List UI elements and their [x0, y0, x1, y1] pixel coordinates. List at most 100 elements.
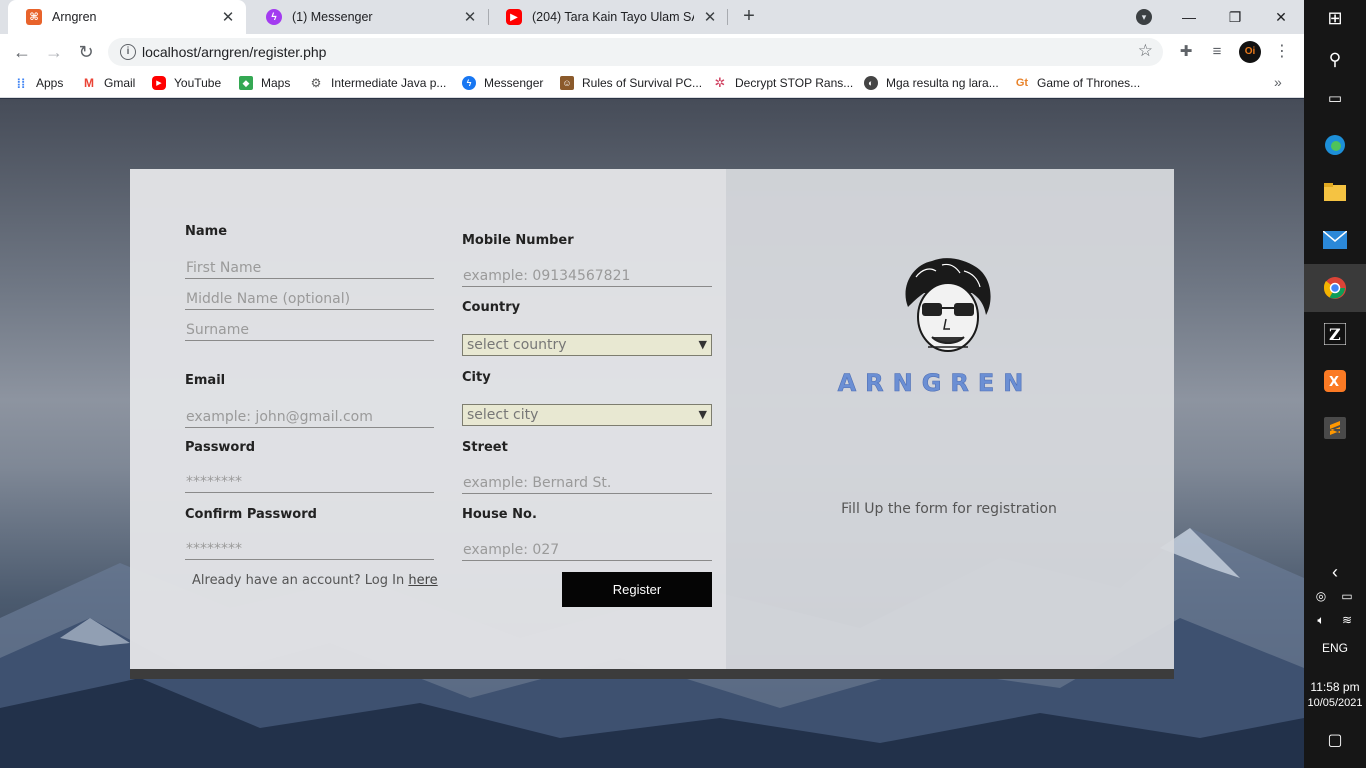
bookmark-rules-of-survival[interactable]: ☺ Rules of Survival PC...	[560, 76, 702, 90]
extensions-icon[interactable]: ✚	[1176, 42, 1196, 62]
login-prompt: Already have an account? Log In here	[192, 573, 438, 588]
volume-icon[interactable]: 🔈︎	[1310, 608, 1332, 632]
back-icon[interactable]: ←	[10, 40, 34, 64]
login-link[interactable]: here	[408, 573, 437, 588]
first-name-input[interactable]	[185, 257, 434, 279]
info-icon[interactable]: i	[120, 44, 136, 60]
window-close-icon[interactable]: ✕	[1258, 0, 1304, 34]
tab-strip: ⌘ Arngren ✕ ϟ (1) Messenger ✕ ▶ (204) Ta…	[0, 0, 1304, 34]
city-select-value: select city	[467, 407, 539, 423]
minimize-icon[interactable]: —	[1166, 0, 1212, 34]
bookmark-label: Maps	[261, 76, 291, 90]
tab-divider	[727, 9, 728, 25]
webcam-icon[interactable]: ◎	[1310, 584, 1332, 608]
edge-icon[interactable]	[1323, 133, 1347, 157]
address-bar[interactable]: i localhost/arngren/register.php ☆	[108, 38, 1163, 66]
cycle-icon: ⚙	[310, 76, 322, 90]
mobile-label: Mobile Number	[462, 233, 574, 248]
decrypt-icon: ✲	[714, 75, 726, 90]
chevron-down-icon: ▼	[698, 338, 707, 351]
windows-start-icon[interactable]: ⊞	[1323, 6, 1347, 30]
gmail-icon: M	[84, 76, 94, 90]
menu-icon[interactable]: ⋮	[1272, 42, 1292, 62]
tab-youtube[interactable]: ▶ (204) Tara Kain Tayo Ulam SARDI ✕	[488, 0, 728, 34]
bookmark-star-icon[interactable]: ☆	[1138, 41, 1153, 61]
tab-arngren[interactable]: ⌘ Arngren ✕	[8, 0, 246, 34]
xampp-icon: ⌘	[26, 9, 42, 25]
city-select[interactable]: select city ▼	[462, 404, 712, 426]
confirm-password-field[interactable]	[185, 538, 434, 560]
new-tab-icon[interactable]: +	[737, 5, 761, 29]
tab-title: (204) Tara Kain Tayo Ulam SARDI	[532, 10, 694, 24]
more-bookmarks-icon[interactable]: »	[1274, 74, 1282, 90]
login-prompt-text: Already have an account? Log In	[192, 573, 405, 588]
bookmark-label: Apps	[36, 76, 64, 90]
mail-icon[interactable]	[1323, 228, 1347, 252]
registration-form: Name Email Password Confirm Password Mob…	[130, 169, 726, 669]
xampp-icon[interactable]: X	[1323, 369, 1347, 393]
bookmark-label: YouTube	[174, 76, 222, 90]
sublime-text-icon[interactable]	[1323, 416, 1347, 440]
bookmark-java[interactable]: ⚙ Intermediate Java p...	[309, 76, 447, 90]
chevron-left-icon[interactable]: ‹	[1323, 560, 1347, 584]
youtube-icon: ▶	[152, 76, 166, 90]
card-bottom-shadow	[130, 669, 1174, 679]
chrome-icon[interactable]	[1323, 276, 1347, 300]
language-indicator[interactable]: ENG	[1304, 641, 1366, 655]
zotero-icon[interactable]: Z	[1323, 322, 1347, 346]
bookmark-decrypt[interactable]: ✲ Decrypt STOP Rans...	[713, 75, 854, 90]
media-control-icon[interactable]: ≡	[1207, 42, 1227, 62]
arngren-logo-face	[905, 258, 991, 352]
bookmark-maps[interactable]: ◆ Maps	[239, 76, 290, 90]
bookmark-label: Intermediate Java p...	[331, 76, 447, 90]
apps-grid-icon: ⁞⁞	[16, 75, 26, 91]
close-icon[interactable]: ✕	[702, 8, 718, 26]
close-icon[interactable]: ✕	[220, 8, 236, 26]
email-field[interactable]	[185, 406, 434, 428]
url-text[interactable]: localhost/arngren/register.php	[142, 44, 326, 60]
bookmark-game-of-thrones[interactable]: Gt Game of Thrones...	[1015, 76, 1140, 90]
password-label: Password	[185, 440, 256, 455]
register-button[interactable]: Register	[562, 572, 712, 607]
surname-input[interactable]	[185, 319, 434, 341]
middle-name-input[interactable]	[185, 288, 434, 310]
password-field[interactable]	[185, 471, 434, 493]
clock-time[interactable]: 11:58 pm	[1304, 680, 1366, 694]
country-label: Country	[462, 300, 521, 315]
mobile-input[interactable]	[462, 265, 712, 287]
game-icon: ☺	[560, 76, 574, 90]
bookmark-label: Mga resulta ng lara...	[886, 76, 999, 90]
bookmark-apps[interactable]: ⁞⁞ Apps	[14, 75, 64, 91]
street-label: Street	[462, 440, 508, 455]
task-view-icon[interactable]: ▭	[1323, 86, 1347, 110]
youtube-icon: ▶	[506, 9, 522, 25]
bookmark-search-results[interactable]: ◐ Mga resulta ng lara...	[864, 76, 999, 90]
svg-text:Z: Z	[1329, 325, 1341, 344]
svg-text:X: X	[1329, 375, 1339, 390]
forward-icon[interactable]: →	[42, 40, 66, 64]
chevron-down-icon: ▼	[698, 408, 707, 421]
country-select-value: select country	[467, 337, 567, 353]
restore-icon[interactable]: ❐	[1212, 0, 1258, 34]
notifications-icon[interactable]: ▢	[1323, 728, 1347, 752]
file-explorer-icon[interactable]	[1323, 180, 1347, 204]
battery-icon[interactable]: ▭	[1336, 584, 1358, 608]
tab-messenger[interactable]: ϟ (1) Messenger ✕	[248, 0, 488, 34]
bookmark-gmail[interactable]: M Gmail	[82, 76, 135, 90]
street-input[interactable]	[462, 472, 712, 494]
bookmark-youtube[interactable]: ▶ YouTube	[152, 76, 221, 90]
close-icon[interactable]: ✕	[462, 8, 478, 26]
search-icon[interactable]: ⚲	[1323, 48, 1347, 72]
bookmark-messenger[interactable]: ϟ Messenger	[462, 76, 543, 90]
tab-search-icon[interactable]: ▾	[1136, 9, 1152, 25]
brand-name: ARNGREN	[837, 369, 1033, 398]
country-select[interactable]: select country ▼	[462, 334, 712, 356]
globe-icon: ◐	[864, 76, 878, 90]
reload-icon[interactable]: ↻	[74, 40, 98, 64]
bookmark-label: Game of Thrones...	[1037, 76, 1141, 90]
bookmark-label: Rules of Survival PC...	[582, 76, 703, 90]
clock-date[interactable]: 10/05/2021	[1304, 697, 1366, 709]
avatar[interactable]: Oi	[1239, 41, 1261, 63]
wifi-icon[interactable]: ≋	[1336, 608, 1358, 632]
house-number-input[interactable]	[462, 539, 712, 561]
